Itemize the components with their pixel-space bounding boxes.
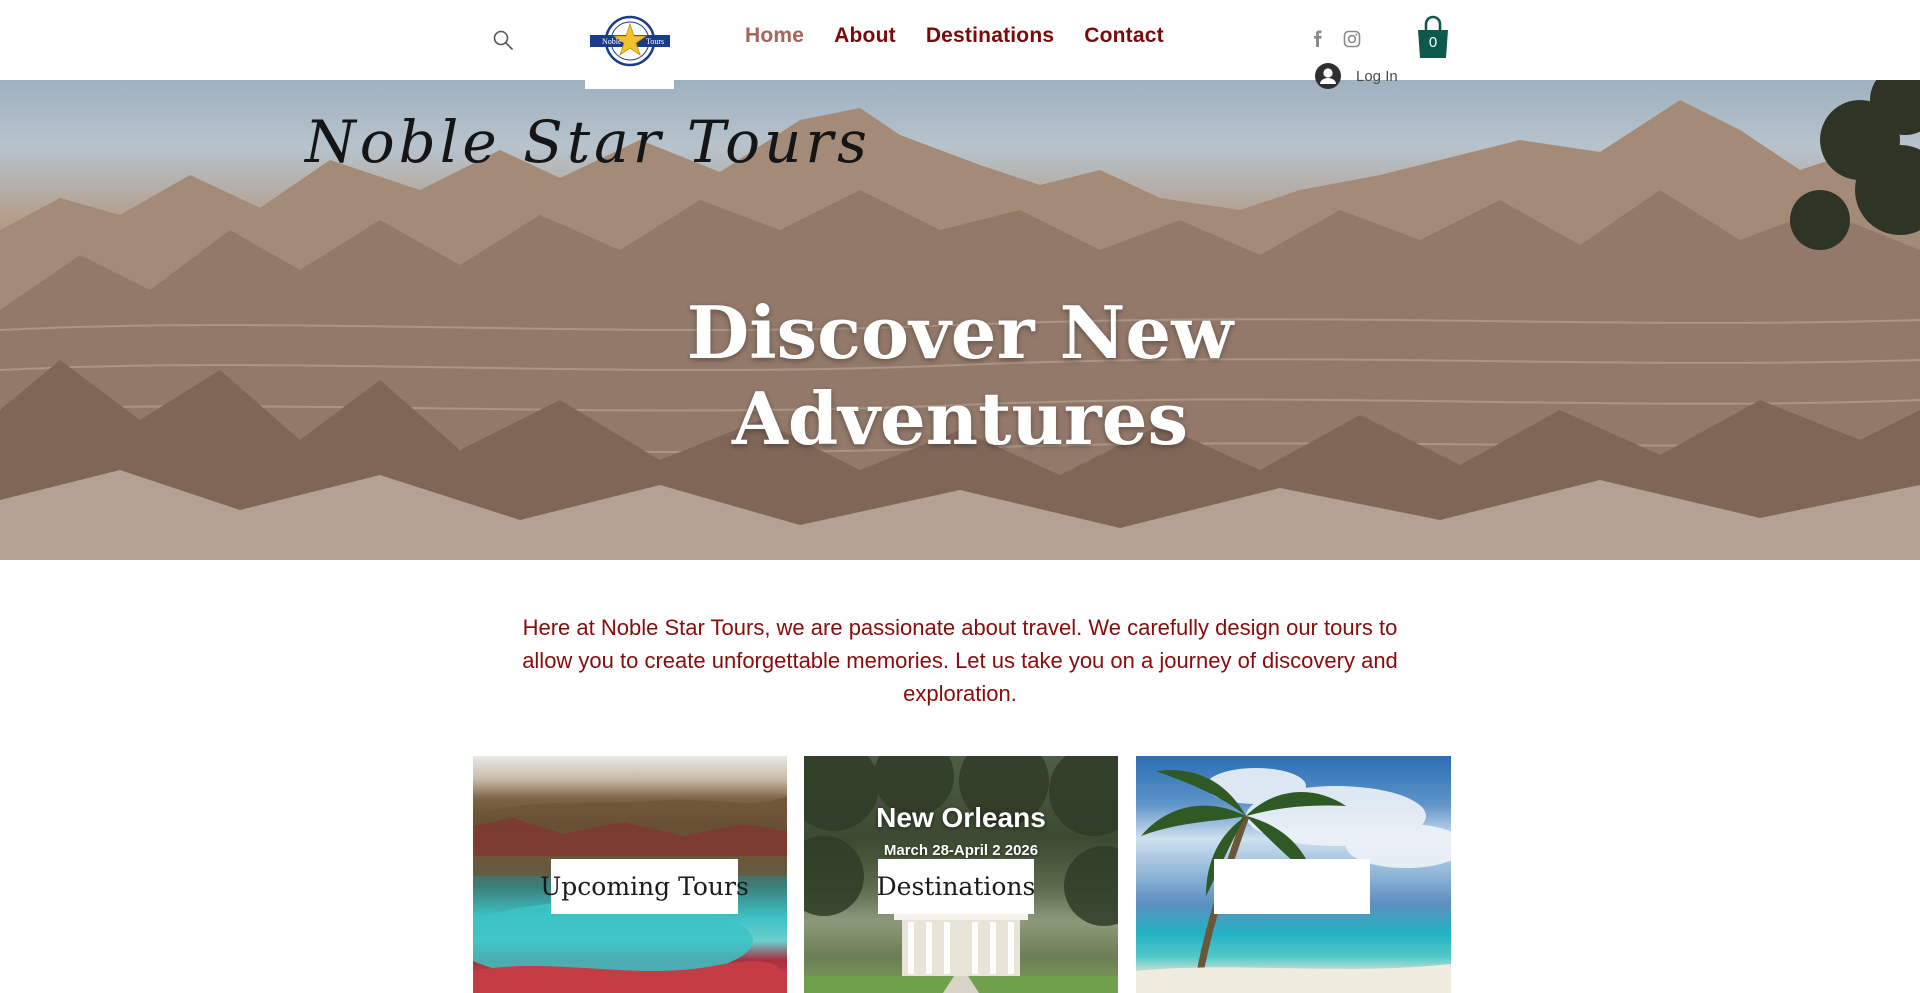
destinations-card[interactable]: New Orleans March 28-April 2 2026 Destin… <box>804 756 1118 993</box>
tour-date: March 28-April 2 2026 <box>883 842 1039 859</box>
nav-contact[interactable]: Contact <box>1084 24 1164 48</box>
nav-home[interactable]: Home <box>745 24 804 48</box>
upcoming-tours-card[interactable]: Upcoming Tours <box>473 756 787 993</box>
intro-text: Here at Noble Star Tours, we are passion… <box>522 615 1398 706</box>
beach-card[interactable] <box>1136 756 1451 993</box>
user-avatar-icon <box>1315 63 1341 89</box>
site-logo[interactable]: Noble Tours <box>585 0 674 89</box>
login-label: Log In <box>1356 67 1398 85</box>
instagram-icon[interactable] <box>1342 29 1362 49</box>
login-button[interactable]: Log In <box>1314 62 1398 90</box>
cart-count: 0 <box>1428 34 1438 51</box>
site-header: Noble Tours Home About Destinations Cont… <box>0 0 1920 89</box>
logo-emblem: Noble Tours <box>589 15 670 67</box>
search-icon[interactable] <box>492 29 514 51</box>
hero-title-line2: Adventures <box>731 376 1189 461</box>
nav-about[interactable]: About <box>834 24 896 48</box>
hero-title-line1: Discover New <box>686 290 1234 375</box>
hero-title: Discover New Adventures <box>0 290 1920 462</box>
logo-text-left: Noble <box>602 37 622 46</box>
tour-title: New Orleans <box>876 802 1046 833</box>
beach-label[interactable] <box>1214 859 1370 914</box>
logo-text-right: Tours <box>646 37 664 46</box>
nav-destinations[interactable]: Destinations <box>926 24 1054 48</box>
hero-banner: Noble Star Tours Discover New Adventures <box>0 80 1920 560</box>
hero-brand-name: Noble Star Tours <box>305 108 871 176</box>
facebook-icon[interactable] <box>1308 29 1328 49</box>
cart-button[interactable]: 0 <box>1414 14 1452 60</box>
destinations-label[interactable]: Destinations <box>877 859 1035 914</box>
upcoming-tours-label[interactable]: Upcoming Tours <box>540 859 749 914</box>
main-nav: Home About Destinations Contact <box>745 24 1164 48</box>
social-bar <box>1308 29 1362 49</box>
